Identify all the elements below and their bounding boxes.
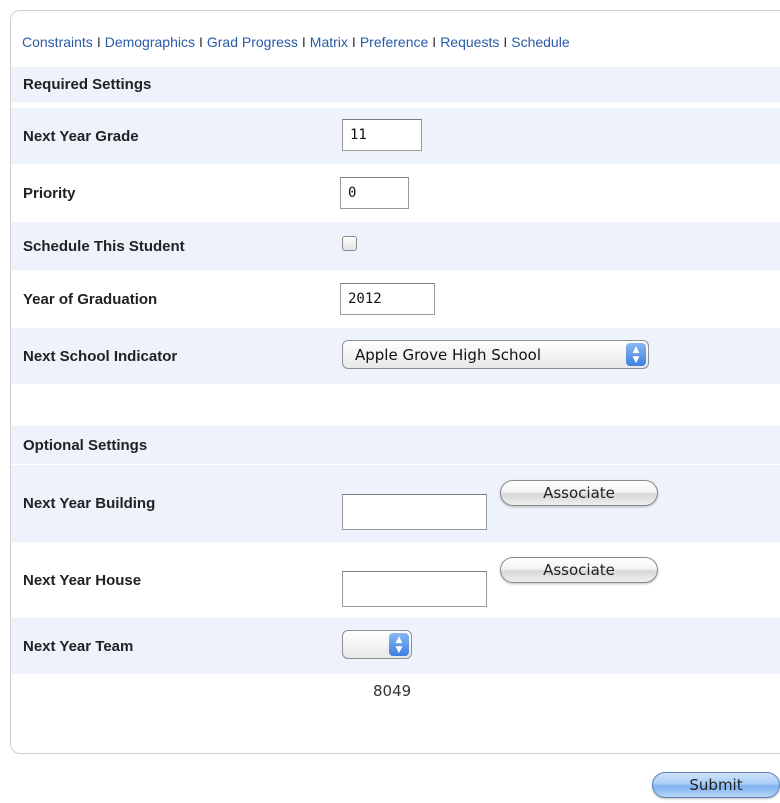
optional-settings-header-row: Optional Settings	[11, 426, 780, 464]
schedule-this-student-checkbox[interactable]	[342, 236, 357, 251]
up-down-arrows-icon: ▲ ▼	[389, 633, 409, 656]
next-year-house-associate-button[interactable]: Associate	[500, 557, 658, 583]
required-settings-heading: Required Settings	[23, 76, 152, 93]
nav-link-matrix[interactable]: Matrix	[310, 34, 348, 50]
priority-input[interactable]: 0	[340, 177, 409, 209]
priority-label: Priority	[23, 184, 76, 202]
next-school-indicator-label: Next School Indicator	[23, 347, 178, 365]
submit-button[interactable]: Submit	[652, 772, 780, 798]
next-year-house-input[interactable]	[342, 571, 487, 607]
next-year-building-label: Next Year Building	[23, 495, 156, 512]
next-school-indicator-select[interactable]: Apple Grove High School ▲ ▼	[342, 340, 649, 369]
nav-link-preference[interactable]: Preference	[360, 34, 428, 50]
tab-navigation: Constraints I Demographics I Grad Progress I M…	[22, 34, 570, 50]
nav-separator: I	[198, 34, 203, 50]
nav-link-requests[interactable]: Requests	[440, 34, 499, 50]
up-down-arrows-icon: ▲ ▼	[626, 343, 646, 366]
required-settings-header-row: Required Settings	[11, 67, 780, 102]
nav-link-demographics[interactable]: Demographics	[105, 34, 195, 50]
record-number: 8049	[373, 682, 412, 700]
next-year-grade-input[interactable]: 11	[342, 119, 422, 151]
nav-separator: I	[301, 34, 306, 50]
next-year-building-associate-button[interactable]: Associate	[500, 480, 658, 506]
year-of-graduation-input[interactable]: 2012	[340, 283, 435, 315]
schedule-this-student-row: Schedule This Student	[11, 222, 780, 270]
optional-settings-heading: Optional Settings	[23, 436, 148, 454]
next-year-grade-label: Next Year Grade	[23, 127, 139, 145]
next-year-building-input[interactable]	[342, 494, 487, 530]
next-school-indicator-value: Apple Grove High School	[355, 345, 542, 364]
next-year-house-label: Next Year House	[23, 571, 142, 589]
next-year-team-label: Next Year Team	[23, 637, 134, 655]
year-of-graduation-label: Year of Graduation	[23, 290, 158, 308]
nav-separator: I	[503, 34, 508, 50]
nav-separator: I	[432, 34, 437, 50]
next-year-team-select[interactable]: ▲ ▼	[342, 630, 412, 659]
nav-link-schedule[interactable]: Schedule	[511, 34, 569, 50]
schedule-this-student-label: Schedule This Student	[23, 237, 185, 255]
nav-link-constraints[interactable]: Constraints	[22, 34, 93, 50]
nav-separator: I	[96, 34, 101, 50]
nav-separator: I	[351, 34, 356, 50]
nav-link-grad-progress[interactable]: Grad Progress	[207, 34, 298, 50]
